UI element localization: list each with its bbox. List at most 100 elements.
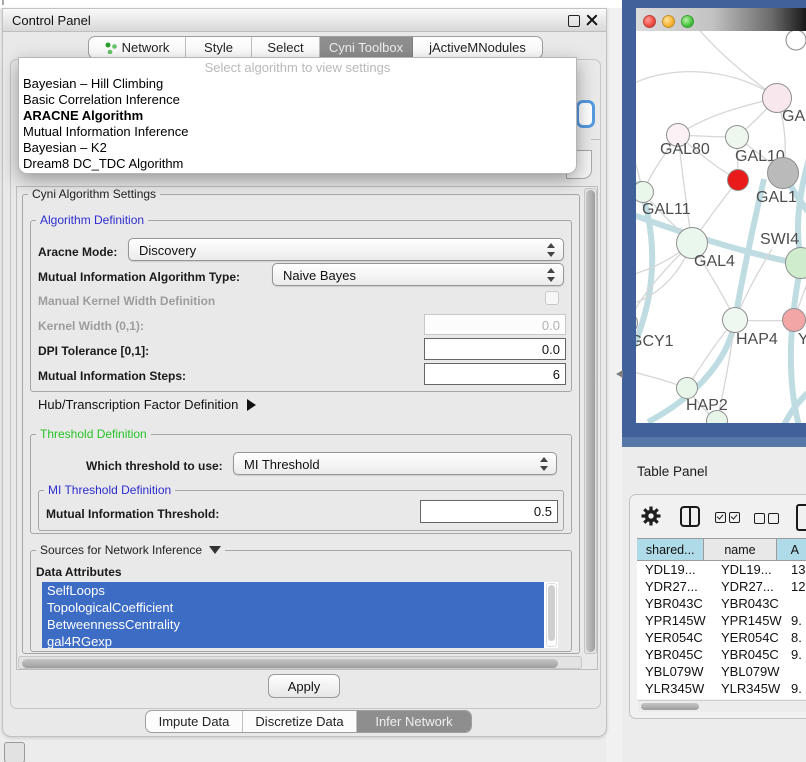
apply-button[interactable]: Apply xyxy=(268,674,340,698)
tab-infer-network[interactable]: Infer Network xyxy=(357,711,471,732)
tab-cyni-toolbox[interactable]: Cyni Toolbox xyxy=(320,37,413,58)
column-header-name[interactable]: name xyxy=(704,539,776,560)
node-label: SWI4 xyxy=(760,231,799,249)
screen: Control Panel Network StyleSelectCyni Too… xyxy=(0,0,806,762)
cyni-mode-tabs: Impute Data Discretize Data Infer Network xyxy=(145,710,472,733)
aracne-mode-value: Discovery xyxy=(139,243,196,258)
data-attribute-item[interactable]: TopologicalCoefficient xyxy=(42,599,544,616)
float-window-icon[interactable] xyxy=(568,15,580,27)
combo-arrows-icon xyxy=(540,457,548,471)
tab-label: Impute Data xyxy=(159,714,230,729)
tab-discretize-data[interactable]: Discretize Data xyxy=(243,711,357,732)
tab-label: Discretize Data xyxy=(255,714,343,729)
network-node-gal1[interactable] xyxy=(727,169,749,191)
which-threshold-select[interactable]: MI Threshold xyxy=(233,452,557,475)
table-cell: 8. xyxy=(786,630,802,645)
table-cell: YER054C xyxy=(637,630,709,645)
tab-impute-data[interactable]: Impute Data xyxy=(146,711,243,732)
table-row[interactable]: YLR345WYLR345W9. xyxy=(637,680,806,697)
hub-definition-expander[interactable]: Hub/Transcription Factor Definition xyxy=(38,397,256,412)
settings-hscrollbar-track[interactable] xyxy=(18,656,582,669)
network-icon xyxy=(105,42,117,54)
network-node-gal10[interactable] xyxy=(725,125,749,149)
table-hscrollbar-thumb[interactable] xyxy=(641,703,699,710)
algorithm-option[interactable]: Bayesian – K2 xyxy=(19,140,576,156)
table-hscrollbar-track[interactable] xyxy=(638,700,806,712)
control-panel-titlebar: Control Panel xyxy=(3,9,606,32)
aracne-mode-label: Aracne Mode: xyxy=(38,245,117,259)
network-node-hap4[interactable] xyxy=(722,307,748,333)
tab-network[interactable]: Network xyxy=(89,37,186,58)
settings-vscrollbar-track[interactable] xyxy=(584,188,597,654)
data-attribute-item[interactable]: SelfLoops xyxy=(42,582,544,599)
kernel-width-input[interactable]: 0.0 xyxy=(424,314,566,335)
minimize-traffic-light-icon[interactable] xyxy=(662,15,675,28)
collapsed-panel-icon[interactable] xyxy=(4,742,25,762)
top-tick xyxy=(2,0,4,5)
table-row[interactable]: YBL079WYBL079W xyxy=(637,663,806,680)
close-traffic-light-icon[interactable] xyxy=(643,15,656,28)
algorithm-option[interactable]: Bayesian – Hill Climbing xyxy=(19,76,576,92)
list-scrollbar-thumb[interactable] xyxy=(548,585,555,641)
settings-vscrollbar-thumb[interactable] xyxy=(586,190,595,652)
sources-title: Sources for Network Inference xyxy=(40,544,202,556)
table-header: shared...nameA xyxy=(637,539,806,561)
split-pane-icon[interactable] xyxy=(680,506,700,527)
sources-expander[interactable]: Sources for Network Inference xyxy=(36,544,225,556)
table-cell: YDL19... xyxy=(709,562,786,577)
tab-jactivemnodules[interactable]: jActiveMNodules xyxy=(413,37,542,58)
data-attributes-list[interactable]: SelfLoopsTopologicalCoefficientBetweenne… xyxy=(42,582,558,648)
table-cell: YBR043C xyxy=(709,596,786,611)
tab-label: Network xyxy=(122,40,170,55)
algorithm-option[interactable]: Dream8 DC_TDC Algorithm xyxy=(19,156,576,172)
network-canvas[interactable]: GALGAL80GAL10GAL1GAL11GAL4SWI4GCY1HAP4YH… xyxy=(636,31,806,423)
network-node-hap2[interactable] xyxy=(676,377,698,399)
algorithm-option[interactable]: ARACNE Algorithm xyxy=(19,108,576,124)
gear-icon[interactable] xyxy=(641,505,661,527)
data-attribute-item[interactable]: gal4RGexp xyxy=(42,633,544,648)
mi-type-select[interactable]: Naive Bayes xyxy=(272,263,564,286)
settings-hscrollbar-thumb[interactable] xyxy=(22,659,558,668)
column-header-shared...[interactable]: shared... xyxy=(637,539,704,560)
select-all-icon[interactable] xyxy=(729,512,740,523)
zoom-traffic-light-icon[interactable] xyxy=(681,15,694,28)
node-label: Y xyxy=(798,331,806,349)
top-strip xyxy=(0,0,622,8)
deselect-all-icon[interactable] xyxy=(754,513,765,524)
threshold-definition-title: Threshold Definition xyxy=(36,428,151,440)
table-icon[interactable] xyxy=(796,504,806,531)
data-attribute-item[interactable]: BetweennessCentrality xyxy=(42,616,544,633)
network-node[interactable] xyxy=(767,157,799,189)
table-row[interactable]: YBR043CYBR043C xyxy=(637,595,806,612)
table-row[interactable]: YDR27...YDR27...12 xyxy=(637,578,806,595)
table-cell: YBR043C xyxy=(637,596,709,611)
close-panel-icon[interactable] xyxy=(586,14,598,26)
table-cell: YLR345W xyxy=(709,681,786,696)
mi-steps-input[interactable]: 6 xyxy=(424,363,566,385)
tab-label: Infer Network xyxy=(375,714,452,729)
network-node-y[interactable] xyxy=(782,308,806,332)
combo-arrows-icon xyxy=(547,243,555,257)
select-all-icon[interactable] xyxy=(715,512,726,523)
tab-style[interactable]: Style xyxy=(186,37,252,58)
manual-kernel-label: Manual Kernel Width Definition xyxy=(38,294,215,308)
column-header-A[interactable]: A xyxy=(777,539,806,560)
control-panel-title: Control Panel xyxy=(12,13,91,28)
list-scrollbar-track[interactable] xyxy=(546,583,557,647)
aracne-mode-select[interactable]: Discovery xyxy=(128,238,564,261)
mi-threshold-input[interactable]: 0.5 xyxy=(420,500,558,523)
table-row[interactable]: YBR045CYBR045C9. xyxy=(637,646,806,663)
dpi-tolerance-input[interactable]: 0.0 xyxy=(424,338,566,360)
tab-select[interactable]: Select xyxy=(252,37,320,58)
table-row[interactable]: YER054CYER054C8. xyxy=(637,629,806,646)
algorithm-option[interactable]: Mutual Information Inference xyxy=(19,124,576,140)
table-cell: YBL079W xyxy=(709,664,786,679)
algorithm-option[interactable]: Basic Correlation Inference xyxy=(19,92,576,108)
splitter-collapse-icon[interactable] xyxy=(616,370,623,378)
table-row[interactable]: YPR145WYPR145W9. xyxy=(637,612,806,629)
deselect-all-icon[interactable] xyxy=(768,513,779,524)
table-cell: YDR27... xyxy=(709,579,786,594)
table-row[interactable]: YDL19...YDL19...13 xyxy=(637,561,806,578)
manual-kernel-checkbox[interactable] xyxy=(545,291,559,305)
inference-algorithm-combo-fragment[interactable] xyxy=(576,100,595,128)
